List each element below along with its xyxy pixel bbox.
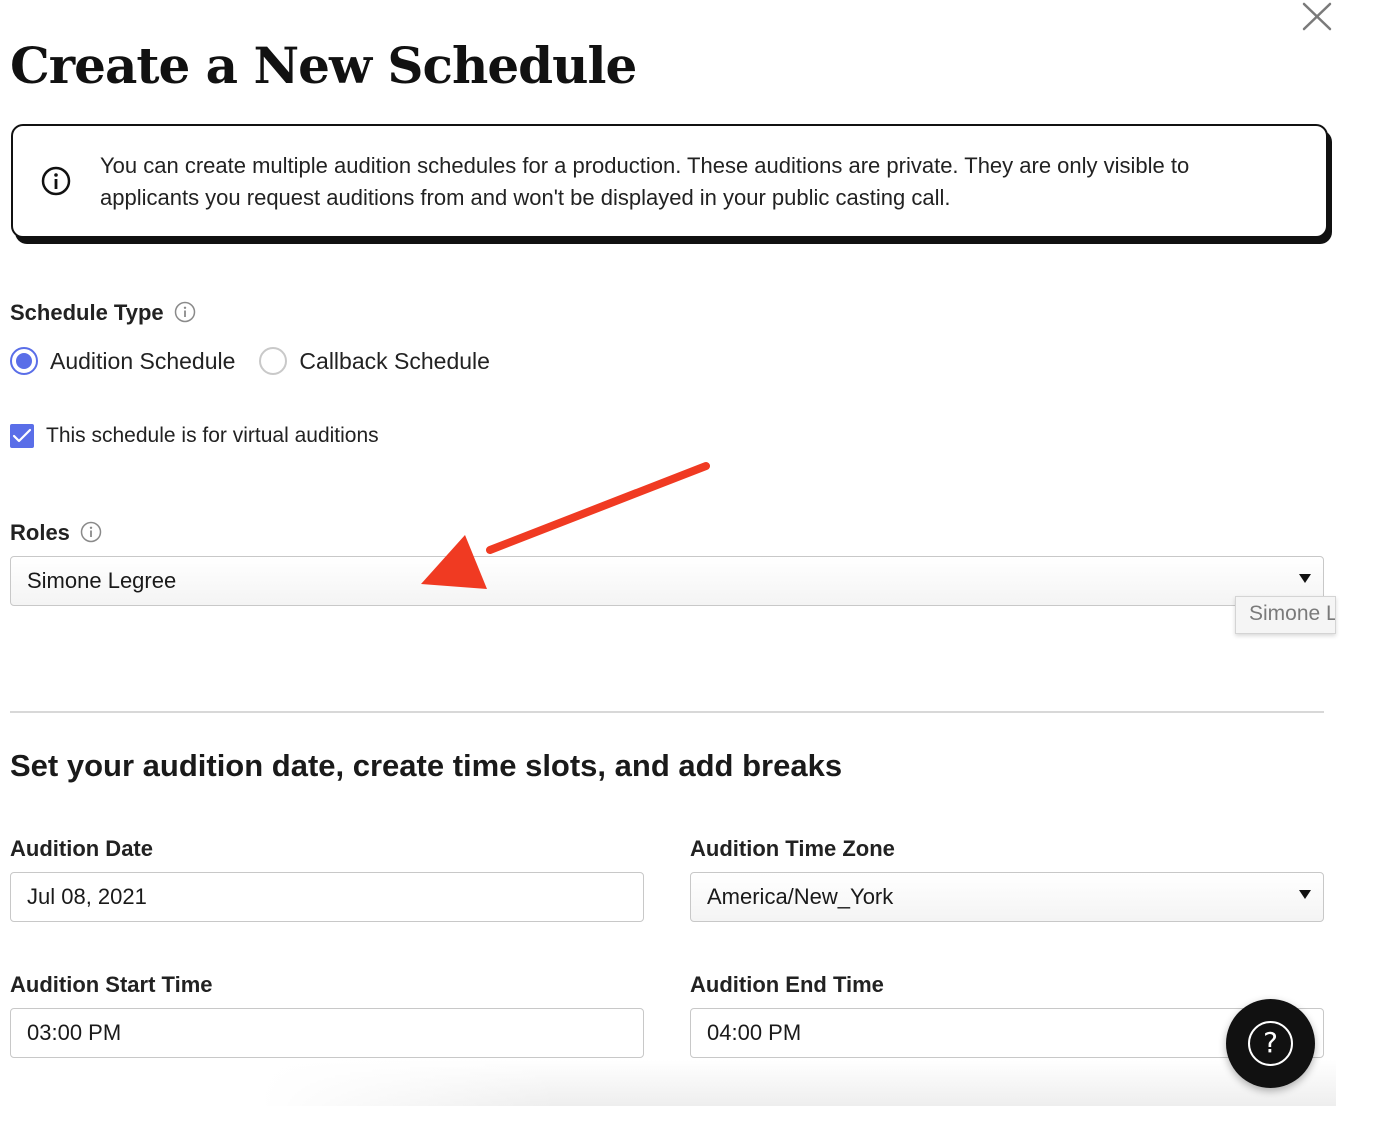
virtual-auditions-checkbox-row[interactable]: This schedule is for virtual auditions: [10, 424, 379, 448]
info-circle-icon: [41, 166, 71, 196]
audition-start-time-value: 03:00 PM: [27, 1020, 122, 1045]
checkmark-icon: [12, 428, 32, 443]
help-glyph: ?: [1263, 1026, 1278, 1059]
schedule-type-radio-group: Audition Schedule Callback Schedule: [10, 344, 514, 378]
close-button[interactable]: [1298, 0, 1336, 34]
audition-end-time-value: 04:00 PM: [707, 1020, 802, 1045]
info-banner: You can create multiple audition schedul…: [11, 124, 1328, 238]
info-tooltip-icon[interactable]: [80, 521, 102, 543]
chevron-down-icon: [1299, 574, 1311, 583]
virtual-auditions-label: This schedule is for virtual auditions: [46, 424, 379, 447]
radio-audition-schedule[interactable]: Audition Schedule: [10, 347, 235, 375]
section-divider: [10, 711, 1324, 713]
info-tooltip-icon[interactable]: [174, 301, 196, 323]
audition-start-time-label: Audition Start Time: [10, 972, 213, 997]
help-button[interactable]: ?: [1226, 999, 1315, 1088]
page-title: Create a New Schedule: [10, 36, 637, 95]
roles-hover-tooltip: Simone Legree: [1235, 596, 1336, 634]
roles-label: Roles: [10, 520, 102, 546]
info-banner-text: You can create multiple audition schedul…: [100, 153, 1190, 210]
schedule-type-label: Schedule Type: [10, 300, 196, 326]
radio-button[interactable]: [259, 347, 288, 375]
chevron-down-icon: [1299, 890, 1311, 899]
virtual-auditions-checkbox[interactable]: [10, 424, 34, 448]
radio-label: Callback Schedule: [299, 347, 490, 374]
bottom-fade-edge: [260, 1060, 560, 1106]
radio-button-selected[interactable]: [10, 347, 38, 375]
schedule-type-label-text: Schedule Type: [10, 300, 164, 325]
section-title: Set your audition date, create time slot…: [10, 748, 843, 783]
close-icon: [1302, 2, 1332, 31]
audition-date-input[interactable]: Jul 08, 2021: [10, 872, 644, 922]
audition-start-time-input[interactable]: 03:00 PM: [10, 1008, 644, 1058]
audition-end-time-label: Audition End Time: [690, 972, 884, 997]
radio-callback-schedule[interactable]: Callback Schedule: [259, 347, 490, 375]
audition-timezone-label: Audition Time Zone: [690, 836, 895, 861]
roles-label-text: Roles: [10, 520, 70, 545]
audition-date-value: Jul 08, 2021: [27, 884, 147, 909]
radio-label: Audition Schedule: [50, 347, 236, 374]
roles-select[interactable]: Simone Legree: [10, 556, 1324, 606]
audition-date-label: Audition Date: [10, 836, 153, 861]
roles-select-value: Simone Legree: [27, 568, 177, 593]
audition-timezone-select[interactable]: America/New_York: [690, 872, 1324, 922]
audition-timezone-value: America/New_York: [707, 884, 894, 909]
